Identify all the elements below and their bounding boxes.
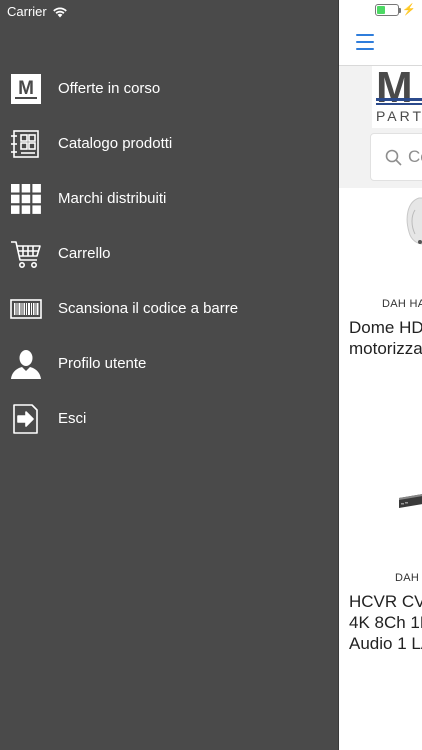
product-brand: DAH H [395, 572, 422, 584]
menu-item-offers[interactable]: M Offerte in corso [0, 61, 338, 116]
catalog-icon [10, 128, 42, 160]
menu-label-logout: Esci [58, 410, 87, 427]
menu-item-cart[interactable]: Carrello [0, 226, 338, 281]
product-title-line-1: HCVR CV [349, 592, 422, 611]
menu-label-catalog: Catalogo prodotti [58, 135, 173, 152]
status-bar-right: ⚡ [375, 4, 416, 16]
search-placeholder: Ce [408, 147, 422, 166]
carrier-label: Carrier [7, 4, 47, 19]
dvr-device-image [399, 494, 422, 508]
charging-icon: ⚡ [402, 3, 416, 16]
product-title-line-3: Audio 1 LA [349, 634, 422, 653]
menu-label-cart: Carrello [58, 245, 111, 262]
menu-item-barcode[interactable]: Scansiona il codice a barre [0, 281, 338, 336]
user-icon [10, 348, 42, 380]
brand-logo-icon: M [10, 73, 42, 105]
product-card[interactable]: DAH H HCVR CV 4K 8Ch 1H Audio 1 LA [339, 460, 422, 700]
search-input[interactable]: Ce [370, 133, 422, 181]
main-content-panel[interactable]: ⚡ M PART Ce DAH HA Dome HD motor [338, 0, 422, 750]
search-icon [385, 149, 402, 166]
menu-label-offers: Offerte in corso [58, 80, 161, 97]
hamburger-menu-icon[interactable] [356, 34, 374, 50]
drawer-menu: M Offerte in corso Catalogo prodotti Mar… [0, 61, 338, 446]
grid-icon [10, 183, 42, 215]
product-title-line-2: motorizza [349, 339, 422, 358]
menu-label-barcode: Scansiona il codice a barre [58, 300, 239, 317]
battery-icon [375, 4, 402, 16]
product-title-line-2: 4K 8Ch 1H [349, 613, 422, 632]
wifi-icon [52, 6, 67, 17]
product-brand: DAH HA [382, 298, 422, 310]
product-title-line-1: Dome HD [349, 318, 422, 337]
menu-item-logout[interactable]: Esci [0, 391, 338, 446]
menu-item-catalog[interactable]: Catalogo prodotti [0, 116, 338, 171]
header-area: M PART Ce [339, 66, 422, 188]
status-bar-left: Carrier [7, 4, 68, 19]
dome-camera-image [406, 197, 422, 245]
menu-label-profile: Profilo utente [58, 355, 147, 372]
svg-text:M: M [18, 78, 34, 99]
menu-item-profile[interactable]: Profilo utente [0, 336, 338, 391]
menu-item-brands[interactable]: Marchi distribuiti [0, 171, 338, 226]
logout-icon [10, 403, 42, 435]
company-logo: M PART [372, 66, 422, 128]
product-card[interactable]: DAH HA Dome HD motorizza [339, 188, 422, 408]
side-drawer: Carrier M Offerte in corso Catalogo prod… [0, 0, 338, 750]
menu-label-brands: Marchi distribuiti [58, 190, 167, 207]
logo-subtitle: PART [376, 108, 422, 124]
nav-bar [339, 22, 422, 66]
barcode-icon [10, 293, 42, 325]
cart-icon [10, 238, 42, 270]
